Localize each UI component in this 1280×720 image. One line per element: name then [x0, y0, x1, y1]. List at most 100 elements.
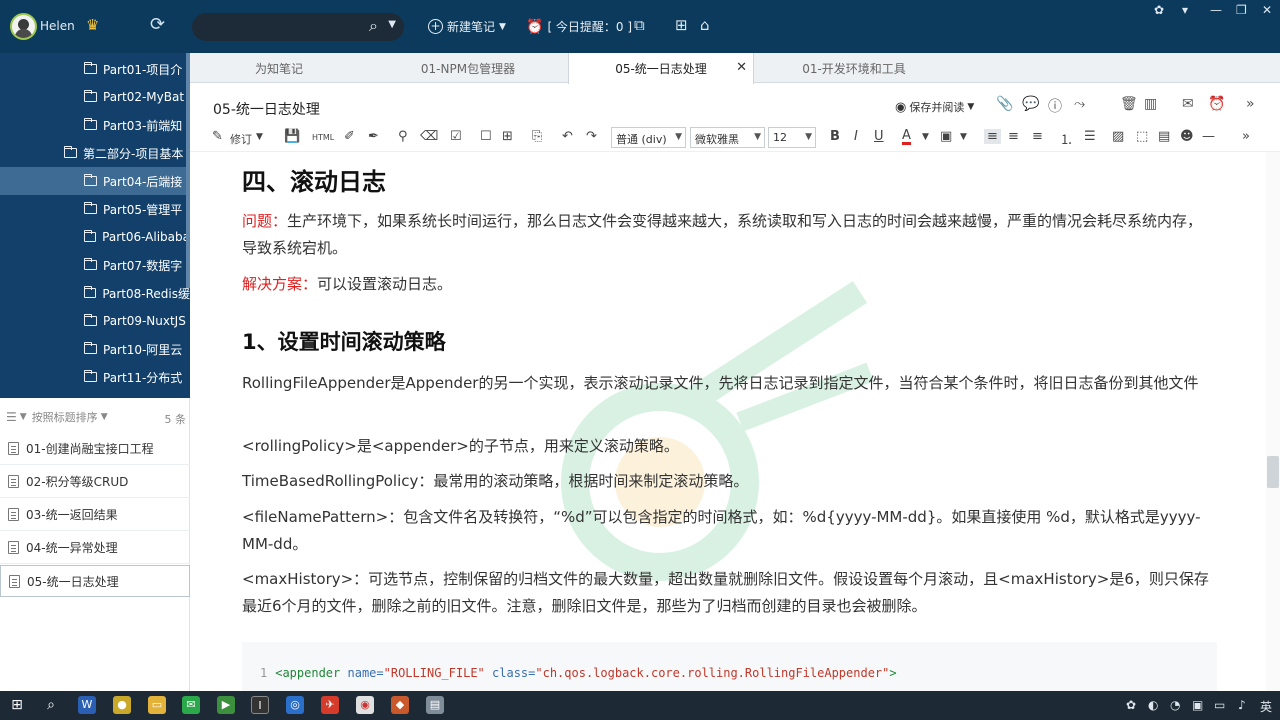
attachment-icon[interactable]: 📎: [996, 96, 1013, 112]
list-item[interactable]: 05-统一日志处理: [0, 565, 190, 597]
tree-item-part01[interactable]: Part01-项目介: [0, 55, 190, 83]
input-language[interactable]: 英: [1260, 698, 1272, 715]
search-icon[interactable]: ⌕: [369, 16, 378, 36]
more-icon[interactable]: »: [1242, 129, 1250, 144]
crown-icon[interactable]: ♛: [86, 16, 99, 34]
home-icon[interactable]: ⌂: [700, 16, 710, 34]
bold-icon[interactable]: B: [830, 129, 840, 144]
app-icon[interactable]: ●: [113, 696, 131, 714]
file-explorer-icon[interactable]: ▭: [148, 696, 166, 714]
share-icon[interactable]: ⤳: [1074, 96, 1085, 112]
scrollbar-thumb[interactable]: [1267, 456, 1279, 488]
save-and-read-button[interactable]: ◉ 保存并阅读 ▼: [895, 99, 974, 115]
tree-item-part04[interactable]: Part04-后端接: [0, 167, 190, 195]
ordered-list-icon[interactable]: ⒈: [1060, 129, 1073, 148]
list-item[interactable]: 01-创建尚融宝接口工程: [0, 433, 190, 465]
format-painter-icon[interactable]: ⚲: [398, 129, 408, 144]
tree-item-part08[interactable]: Part08-Redis缓: [0, 279, 190, 307]
network-icon[interactable]: ▭: [1214, 698, 1225, 712]
avatar[interactable]: [10, 13, 37, 40]
note-title-field[interactable]: 05-统一日志处理: [213, 99, 320, 119]
tab-log[interactable]: 05-统一日志处理 ✕: [568, 53, 754, 84]
chrome-icon[interactable]: ◉: [356, 696, 374, 714]
list-item[interactable]: 04-统一异常处理: [0, 532, 190, 564]
skin-icon[interactable]: ✿: [1154, 3, 1164, 17]
tree-item-part06[interactable]: Part06-Alibaba: [0, 223, 190, 251]
close-tab-icon[interactable]: ✕: [736, 60, 747, 75]
terminal-icon[interactable]: ▶: [217, 696, 235, 714]
checklist-icon[interactable]: ☑: [450, 129, 462, 144]
editor-scrollbar[interactable]: [1266, 152, 1280, 691]
tray-icon[interactable]: ◔: [1170, 698, 1180, 712]
eraser-icon[interactable]: ⌫: [420, 129, 438, 144]
tree-item-part03[interactable]: Part03-前端知: [0, 111, 190, 139]
undo-icon[interactable]: ↶: [562, 129, 573, 144]
tray-icon[interactable]: ✿: [1126, 698, 1136, 712]
grid-icon[interactable]: ⊞: [675, 16, 688, 34]
font-color-icon[interactable]: A: [902, 129, 911, 145]
tree-item-part05[interactable]: Part05-管理平: [0, 195, 190, 223]
editor-content[interactable]: 四、滚动日志 问题：生产环境下，如果系统长时间运行，那么日志文件会变得越来越大，…: [190, 152, 1265, 691]
underline-icon[interactable]: U: [874, 129, 884, 144]
code-block[interactable]: 1 <appender name="ROLLING_FILE" class="ch…: [242, 642, 1217, 691]
redo-icon[interactable]: ↷: [586, 129, 597, 144]
sort-bar[interactable]: ☰ ▼ 按照标题排序 ▼ 5 条: [0, 404, 190, 430]
menu-icon[interactable]: ▾: [1182, 3, 1188, 17]
tree-item-part09[interactable]: Part09-NuxtJS: [0, 307, 190, 335]
font-family-select[interactable]: 微软雅黑 ▼: [690, 127, 765, 148]
bullet-list-icon[interactable]: ☰: [1084, 129, 1096, 144]
tray-icon[interactable]: ◐: [1148, 698, 1158, 712]
info-icon[interactable]: ⓘ: [1048, 96, 1062, 116]
reminder-button[interactable]: ⏰ [ 今日提醒：0 ]: [526, 18, 632, 35]
intellij-icon[interactable]: I: [251, 696, 269, 714]
app-icon[interactable]: ✈: [321, 696, 339, 714]
more-icon[interactable]: »: [1246, 96, 1255, 112]
chevron-down-icon[interactable]: ▼: [960, 132, 967, 142]
paste-icon[interactable]: ⎘: [532, 129, 542, 144]
chevron-down-icon[interactable]: ▼: [388, 19, 396, 30]
align-left-icon[interactable]: ≡: [984, 129, 1001, 144]
chevron-down-icon[interactable]: ▼: [922, 132, 929, 142]
wiz-icon[interactable]: ◎: [286, 696, 304, 714]
app-icon[interactable]: ▤: [426, 696, 444, 714]
volume-icon[interactable]: ♪: [1238, 698, 1246, 712]
tree-item-part07[interactable]: Part07-数据字: [0, 251, 190, 279]
list-item[interactable]: 02-积分等级CRUD: [0, 466, 190, 498]
chevron-down-icon[interactable]: ▼: [256, 132, 263, 142]
pen-icon[interactable]: ✒: [368, 129, 379, 144]
image-icon[interactable]: ▨: [1112, 129, 1124, 144]
font-size-select[interactable]: 12 ▼: [768, 127, 816, 148]
tab-npm[interactable]: 01-NPM包管理器: [368, 53, 568, 83]
sync-icon[interactable]: ⟳: [150, 14, 165, 35]
block-format-select[interactable]: 普通 (div) ▼: [611, 127, 686, 148]
highlighter-icon[interactable]: ✐: [344, 129, 355, 144]
split-view-icon[interactable]: ▥: [1144, 96, 1157, 112]
comment-icon[interactable]: 💬: [1022, 96, 1039, 112]
highlight-color-icon[interactable]: ▣: [940, 129, 952, 144]
tree-item-part11[interactable]: Part11-分布式: [0, 363, 190, 391]
italic-icon[interactable]: I: [854, 129, 858, 144]
save-icon[interactable]: 💾: [284, 129, 300, 144]
tab-env[interactable]: 01-开发环境和工具: [754, 53, 954, 83]
wechat-icon[interactable]: ✉: [1182, 96, 1194, 112]
maximize-icon[interactable]: ❐: [1236, 3, 1247, 17]
tray-icon[interactable]: ▣: [1192, 698, 1203, 712]
search-icon[interactable]: ⌕: [42, 696, 60, 714]
external-window-icon[interactable]: ⧉: [634, 16, 645, 34]
new-note-button[interactable]: + 新建笔记 ▼: [428, 18, 506, 35]
align-center-icon[interactable]: ≡: [1008, 129, 1019, 144]
table-icon[interactable]: ⊞: [502, 129, 513, 144]
revision-button[interactable]: 修订: [230, 131, 252, 147]
align-right-icon[interactable]: ≡: [1032, 129, 1043, 144]
trash-icon[interactable]: 🗑: [1120, 96, 1138, 112]
wechat-icon[interactable]: ✉: [182, 696, 200, 714]
search-input[interactable]: ⌕ ▼: [192, 13, 404, 41]
alarm-icon[interactable]: ⏰: [1208, 96, 1225, 112]
horizontal-rule-icon[interactable]: —: [1202, 129, 1215, 144]
minimize-icon[interactable]: —: [1210, 3, 1222, 17]
close-icon[interactable]: ✕: [1262, 3, 1272, 17]
tree-item-part10[interactable]: Part10-阿里云: [0, 335, 190, 363]
list-item[interactable]: 03-统一返回结果: [0, 499, 190, 531]
screenshot-icon[interactable]: ⬚: [1136, 129, 1148, 144]
word-icon[interactable]: W: [78, 696, 96, 714]
